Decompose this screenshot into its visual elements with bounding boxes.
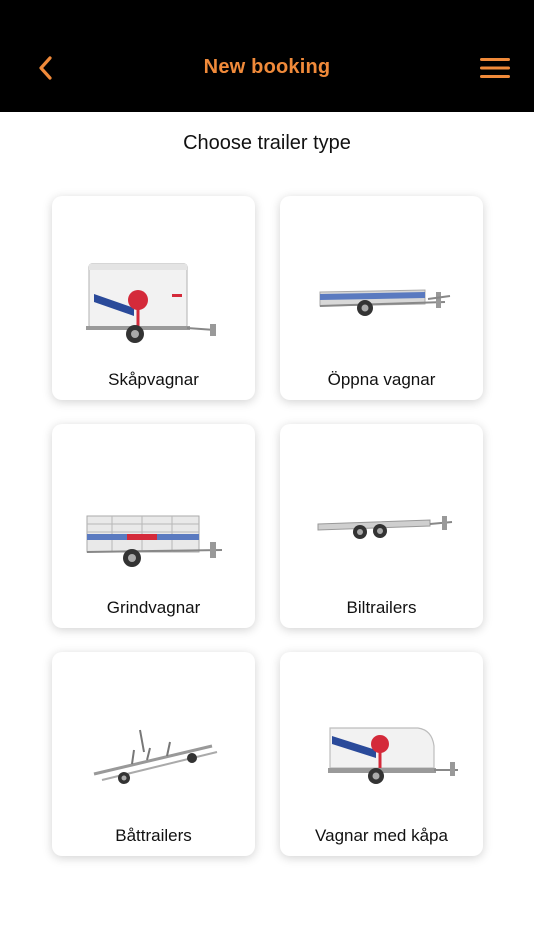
hamburger-menu-icon — [480, 58, 510, 78]
trailer-option-biltrailers[interactable]: Biltrailers — [280, 424, 483, 628]
trailer-option-oppna-vagnar[interactable]: Öppna vagnar — [280, 196, 483, 400]
boat-trailer-image — [93, 729, 218, 784]
menu-button[interactable] — [476, 52, 514, 84]
box-trailer-image — [86, 263, 216, 343]
trailer-option-battrailers[interactable]: Båttrailers — [52, 652, 255, 856]
gate-trailer-image — [86, 515, 223, 567]
trailer-option-label: Öppna vagnar — [327, 370, 436, 389]
open-trailer-image — [319, 289, 451, 316]
trailer-option-label: Grindvagnar — [106, 598, 201, 617]
trailer-option-grindvagnar[interactable]: Grindvagnar — [52, 424, 255, 628]
trailer-option-label: Skåpvagnar — [108, 370, 199, 389]
trailer-option-vagnar-med-kapa[interactable]: Vagnar med kåpa — [280, 652, 483, 856]
top-bar: New booking — [0, 0, 534, 112]
section-heading: Choose trailer type — [183, 132, 351, 154]
page-title: New booking — [203, 56, 331, 78]
car-trailer-image — [317, 516, 453, 539]
trailer-option-label: Vagnar med kåpa — [315, 826, 448, 845]
trailer-option-label: Biltrailers — [346, 598, 417, 617]
covered-trailer-image — [328, 727, 458, 784]
trailer-option-skapvagnar[interactable]: Skåpvagnar — [52, 196, 255, 400]
trailer-option-label: Båttrailers — [115, 826, 192, 845]
